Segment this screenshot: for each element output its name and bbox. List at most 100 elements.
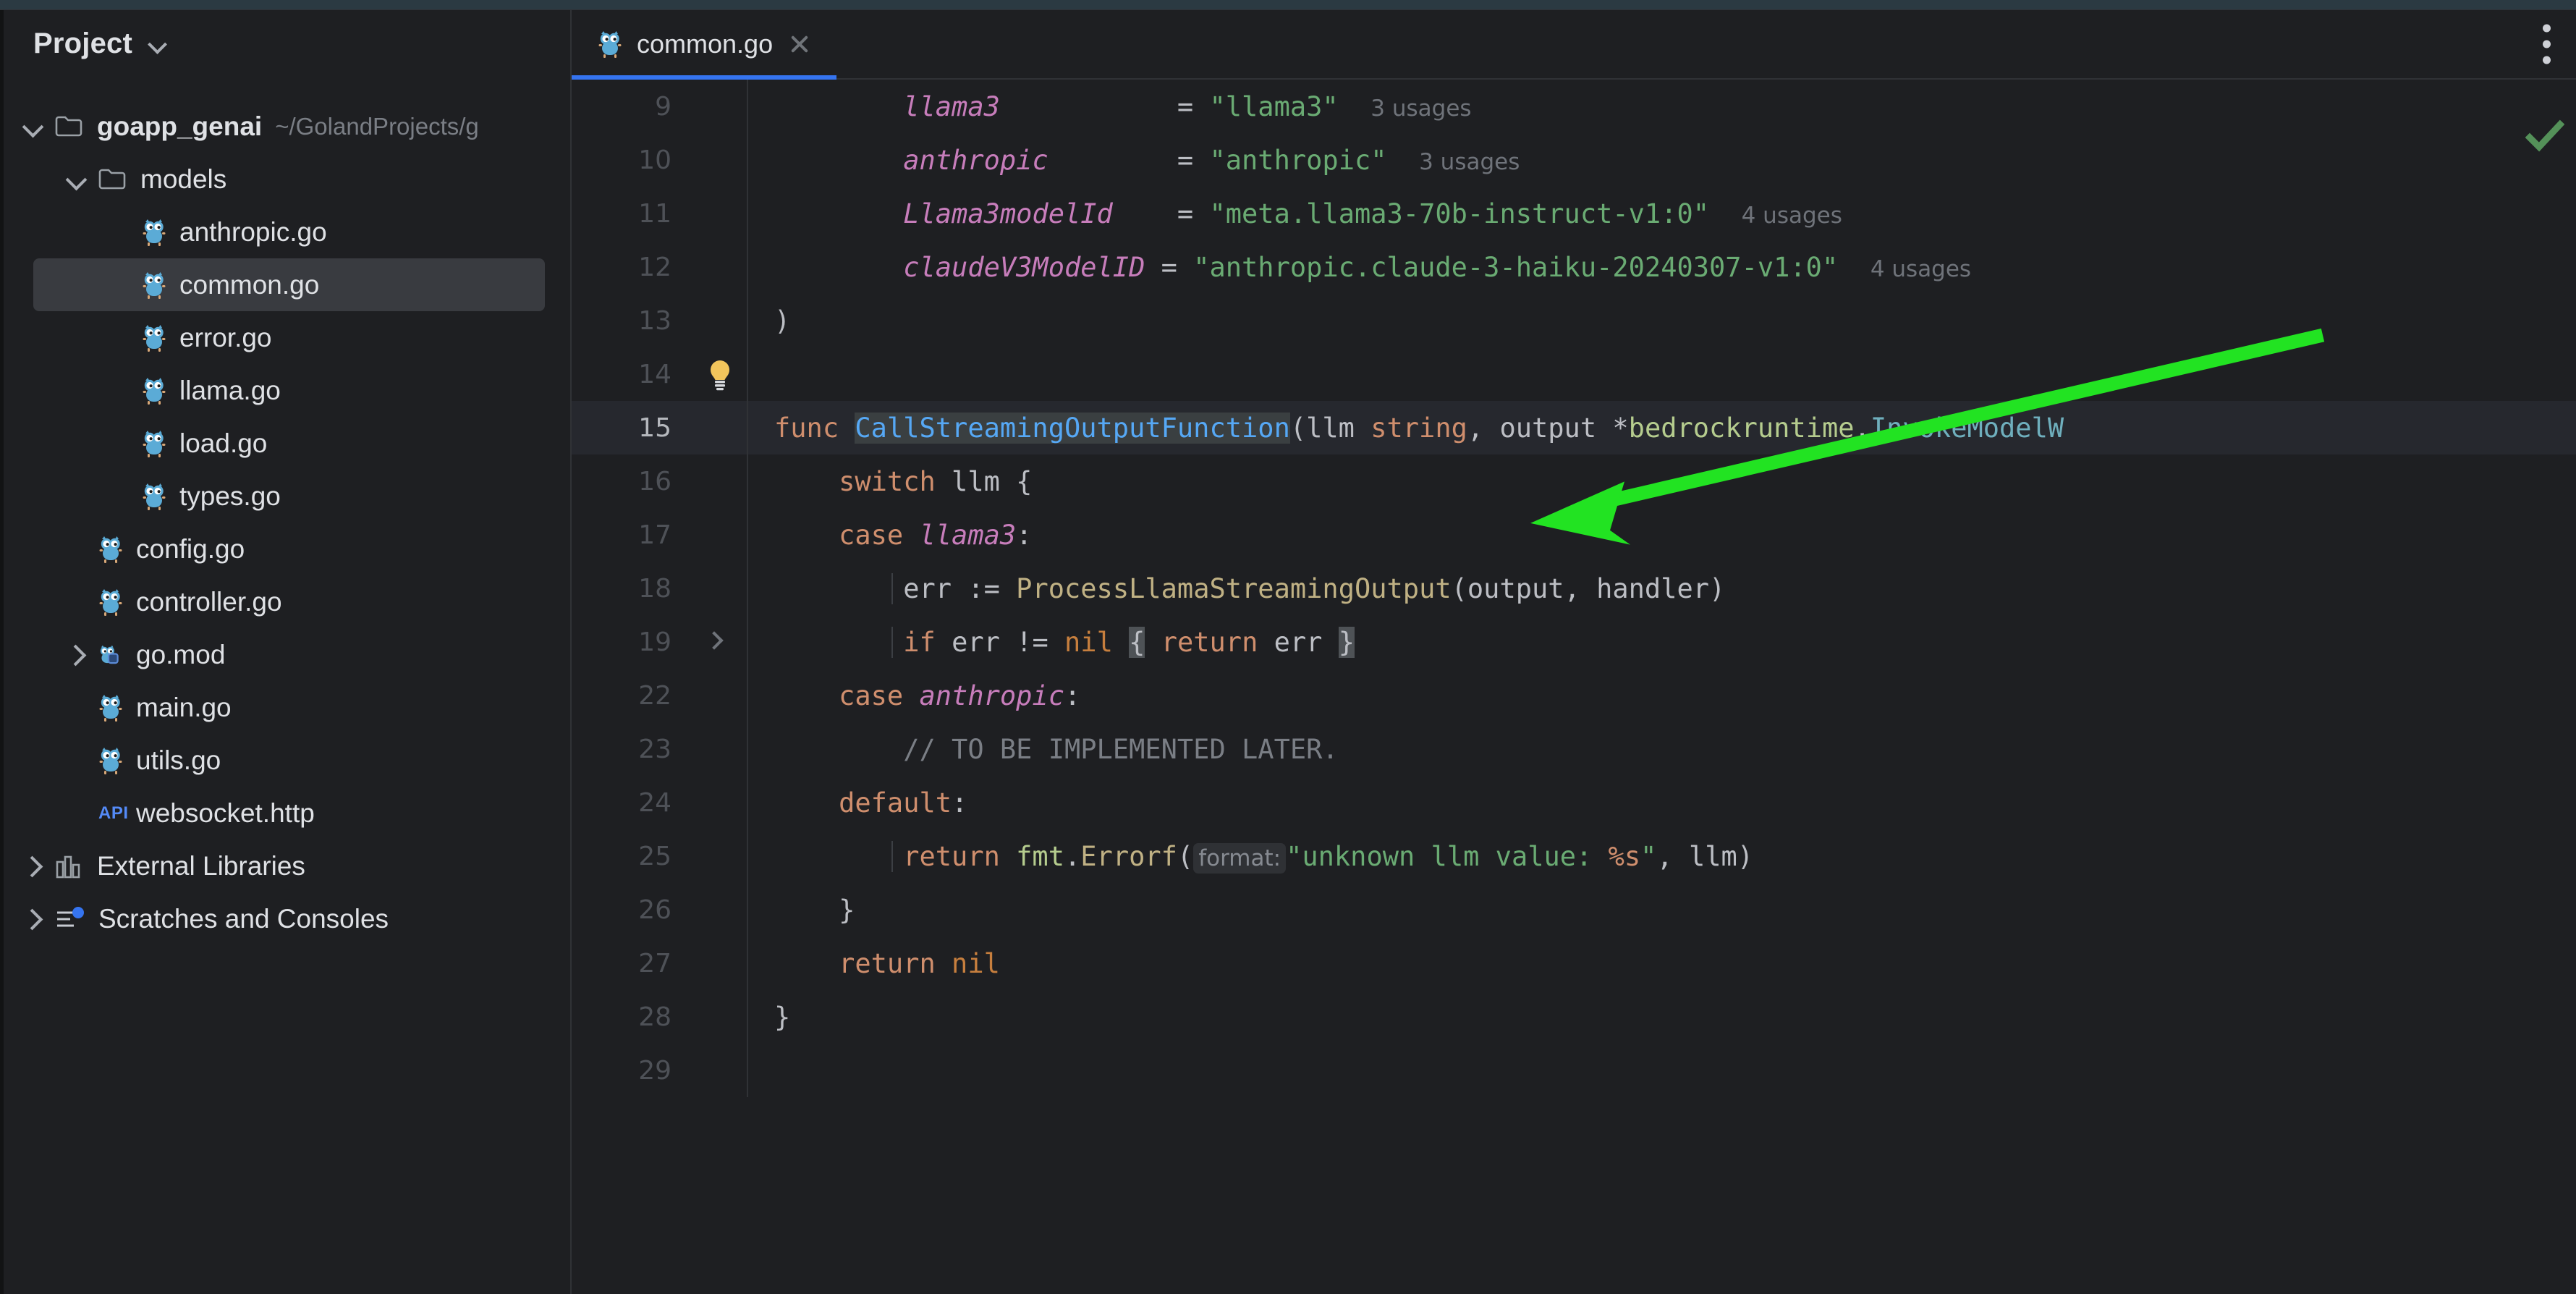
code-line-10[interactable]: 10 anthropic = "anthropic" 3 usages	[572, 133, 2576, 187]
editor-code-area[interactable]: 9 llama3 = "llama3" 3 usages10 anthropic…	[572, 80, 2576, 1294]
go-file-icon	[598, 30, 622, 59]
tab-common-go[interactable]: common.go	[572, 10, 836, 78]
gutter-marker-area[interactable]	[687, 240, 747, 294]
line-number: 22	[572, 681, 687, 711]
kebab-menu-icon[interactable]	[2541, 25, 2551, 64]
tree-item-label: config.go	[136, 536, 245, 562]
gutter-marker-area[interactable]	[687, 936, 747, 990]
editor-pane: common.go 9 llama3 = "llama3" 3 usages10…	[572, 10, 2576, 1294]
tree-item-external-libraries[interactable]: External Libraries	[0, 840, 570, 892]
tree-item-load-go[interactable]: load.go	[0, 417, 570, 470]
code-line-26[interactable]: 26 }	[572, 883, 2576, 936]
library-icon	[55, 853, 84, 879]
code-line-28[interactable]: 28}	[572, 990, 2576, 1044]
tree-spacer	[107, 431, 132, 456]
tree-item-scratches-and-consoles[interactable]: Scratches and Consoles	[0, 892, 570, 945]
tree-item-utils-go[interactable]: utils.go	[0, 734, 570, 787]
code-line-15[interactable]: 15func CallStreamingOutputFunction(llm s…	[572, 401, 2576, 454]
code-line-29[interactable]: 29	[572, 1044, 2576, 1097]
code-line-12[interactable]: 12 claudeV3ModelID = "anthropic.claude-3…	[572, 240, 2576, 294]
api-file-icon: API	[98, 799, 123, 828]
code-line-13[interactable]: 13)	[572, 294, 2576, 347]
gutter-marker-area[interactable]	[687, 80, 747, 133]
go-file-icon	[98, 693, 123, 722]
gutter-marker-area[interactable]	[687, 722, 747, 776]
tree-item-llama-go[interactable]: llama.go	[0, 364, 570, 417]
tree-item-models[interactable]: models	[0, 153, 570, 206]
lightbulb-icon[interactable]	[703, 358, 737, 391]
chevron-down-icon[interactable]	[20, 114, 45, 139]
tree-item-websocket-http[interactable]: API websocket.http	[0, 787, 570, 840]
tree-spacer	[107, 220, 132, 245]
folder-icon	[98, 168, 127, 191]
line-number: 15	[572, 413, 687, 443]
go-file-icon	[142, 271, 166, 300]
gutter-marker-area[interactable]	[687, 990, 747, 1044]
code-line-11[interactable]: 11 Llama3modelId = "meta.llama3-70b-inst…	[572, 187, 2576, 240]
code-line-17[interactable]: 17 case llama3:	[572, 508, 2576, 562]
line-number: 29	[572, 1056, 687, 1086]
gutter-marker-area[interactable]	[687, 454, 747, 508]
code-line-14[interactable]: 14	[572, 347, 2576, 401]
gutter-marker-area[interactable]	[687, 883, 747, 936]
gutter-marker-area[interactable]	[687, 508, 747, 562]
gutter-marker-area[interactable]	[687, 615, 747, 669]
line-number: 10	[572, 145, 687, 175]
tree-item-label: main.go	[136, 694, 232, 721]
line-number: 16	[572, 467, 687, 496]
line-number: 14	[572, 360, 687, 389]
code-line-text: case anthropic:	[747, 680, 2576, 711]
tree-item-common-go[interactable]: common.go	[33, 258, 545, 311]
tree-item-label: websocket.http	[136, 800, 315, 826]
code-line-9[interactable]: 9 llama3 = "llama3" 3 usages	[572, 80, 2576, 133]
chevron-down-icon[interactable]	[148, 38, 167, 49]
tree-item-label: types.go	[179, 483, 281, 509]
gutter-marker-area[interactable]	[687, 401, 747, 454]
tree-item-error-go[interactable]: error.go	[0, 311, 570, 364]
chevron-down-icon[interactable]	[64, 167, 88, 192]
tree-spacer	[64, 537, 88, 562]
gutter-marker-area[interactable]	[687, 294, 747, 347]
project-tree: goapp_genai~/GolandProjects/g models ant…	[0, 77, 570, 945]
tab-label: common.go	[637, 29, 773, 59]
chevron-right-icon[interactable]	[20, 907, 45, 931]
code-line-text: return nil	[747, 948, 2576, 979]
gutter-marker-area[interactable]	[687, 1044, 747, 1097]
code-line-23[interactable]: 23 // TO BE IMPLEMENTED LATER.	[572, 722, 2576, 776]
project-sidebar: Project goapp_genai~/GolandProjects/g mo…	[0, 10, 572, 1294]
gutter-marker-area[interactable]	[687, 562, 747, 615]
gutter-marker-area[interactable]	[687, 187, 747, 240]
close-icon[interactable]	[787, 32, 812, 56]
line-number: 28	[572, 1002, 687, 1032]
gutter-marker-area[interactable]	[687, 347, 747, 401]
tree-item-label: error.go	[179, 324, 272, 351]
gutter-marker-area[interactable]	[687, 829, 747, 883]
chevron-right-icon[interactable]	[64, 643, 88, 667]
code-line-text: if err != nil { return err }	[747, 627, 2576, 658]
tree-item-config-go[interactable]: config.go	[0, 523, 570, 575]
tree-spacer	[64, 748, 88, 773]
gutter-separator	[747, 1044, 748, 1097]
gutter-marker-area[interactable]	[687, 669, 747, 722]
code-line-27[interactable]: 27 return nil	[572, 936, 2576, 990]
scratches-icon	[55, 906, 85, 932]
tree-item-main-go[interactable]: main.go	[0, 681, 570, 734]
code-line-16[interactable]: 16 switch llm {	[572, 454, 2576, 508]
code-line-25[interactable]: 25 return fmt.Errorf(format:"unknown llm…	[572, 829, 2576, 883]
tree-item-controller-go[interactable]: controller.go	[0, 575, 570, 628]
tree-item-label: llama.go	[179, 377, 281, 404]
tree-item-types-go[interactable]: types.go	[0, 470, 570, 523]
tree-item-go-mod[interactable]: go.mod	[0, 628, 570, 681]
tree-item-anthropic-go[interactable]: anthropic.go	[0, 206, 570, 258]
chevron-right-icon[interactable]	[20, 854, 45, 879]
gutter-marker-area[interactable]	[687, 776, 747, 829]
chevron-right-icon[interactable]	[705, 631, 723, 649]
code-line-19[interactable]: 19 if err != nil { return err }	[572, 615, 2576, 669]
project-tool-window-header[interactable]: Project	[0, 10, 570, 77]
gutter-marker-area[interactable]	[687, 133, 747, 187]
editor-tabbar: common.go	[572, 10, 2576, 80]
code-line-22[interactable]: 22 case anthropic:	[572, 669, 2576, 722]
code-line-24[interactable]: 24 default:	[572, 776, 2576, 829]
code-line-18[interactable]: 18 err := ProcessLlamaStreamingOutput(ou…	[572, 562, 2576, 615]
tree-item-goapp-genai[interactable]: goapp_genai~/GolandProjects/g	[0, 100, 570, 153]
